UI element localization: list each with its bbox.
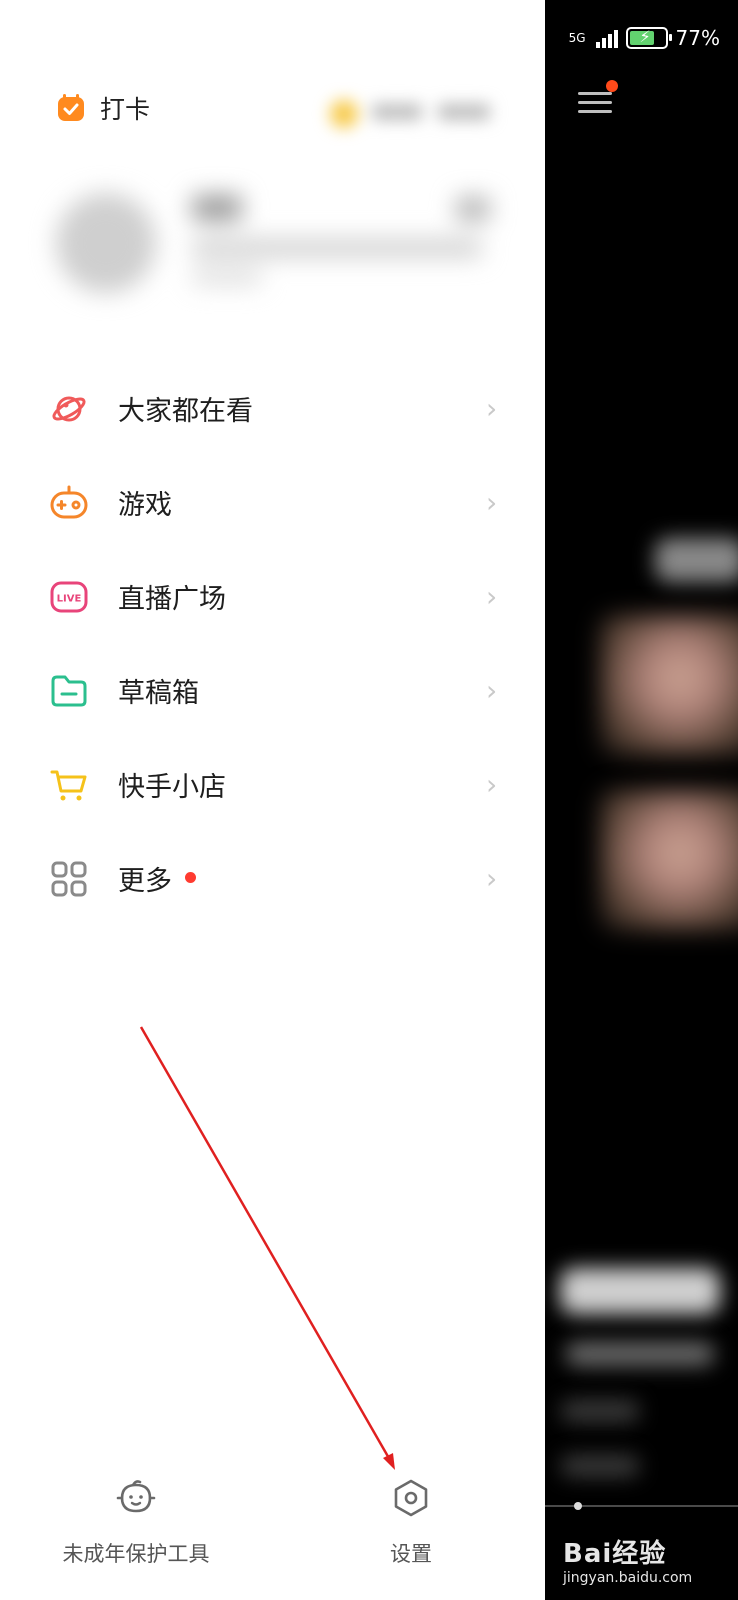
video-progress-bar[interactable] (545, 1502, 738, 1510)
battery-icon: ⚡ (625, 27, 672, 49)
menu-icon[interactable] (578, 80, 618, 120)
blurred-thumbnail (600, 790, 738, 930)
settings-label: 设置 (390, 1542, 432, 1566)
settings-icon (394, 1479, 428, 1517)
annotation-arrow (139, 1026, 395, 1470)
battery-percent: 77% (675, 26, 720, 50)
watermark-text: Bai经验 (563, 1539, 667, 1569)
minor-protection-label: 未成年保护工具 (62, 1542, 210, 1566)
network-label: 5G (568, 31, 586, 45)
blurred-caption (560, 1400, 640, 1422)
side-drawer: 打卡 大家都在看 › 游戏 › LIVE 直播广场 › 草稿箱 › 快手小店 ›… (0, 0, 545, 1600)
video-background: 5G ⚡ 77% Bai经验 jingyan.baidu.com (545, 0, 738, 1600)
child-face-icon (116, 1480, 156, 1513)
status-bar: 5G ⚡ 77% (569, 26, 720, 50)
drawer-bottom-bar: 未成年保护工具 设置 (0, 1478, 545, 1588)
signal-icon (595, 28, 618, 48)
minor-protection-button[interactable]: 未成年保护工具 (50, 1478, 222, 1568)
blurred-thumbnail (600, 615, 738, 755)
blurred-title (655, 538, 738, 582)
blurred-caption (560, 1455, 640, 1477)
blurred-caption (560, 1268, 720, 1314)
progress-knob[interactable] (574, 1502, 582, 1510)
blurred-caption (565, 1342, 715, 1366)
watermark-url: jingyan.baidu.com (563, 1570, 693, 1586)
settings-button[interactable]: 设置 (371, 1478, 451, 1568)
notification-dot (606, 80, 618, 92)
watermark: Bai经验 jingyan.baidu.com (563, 1533, 692, 1586)
